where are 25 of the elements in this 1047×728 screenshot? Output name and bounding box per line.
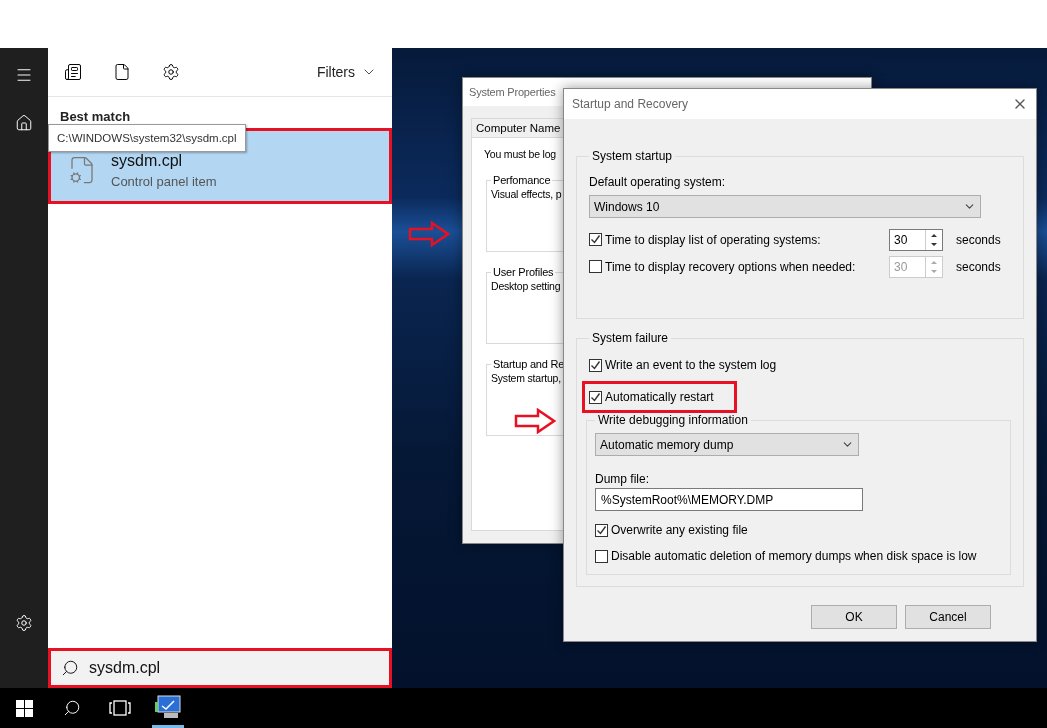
group-text: System startup, [491, 372, 561, 384]
field-label: Dump file: [595, 472, 651, 486]
checkbox-label: Time to display recovery options when needed: [605, 259, 856, 274]
group-title: User Profiles [492, 266, 555, 278]
result-title: sysdm.cpl [111, 151, 184, 170]
tooltip: C:\WINDOWS\system32\sysdm.cpl [48, 124, 246, 152]
unit-label: seconds [956, 232, 1002, 247]
group-text: Visual effects, p [491, 188, 562, 200]
checkbox-label: Automatically restart [605, 390, 714, 404]
group-title: Write debugging information [597, 413, 749, 427]
group-title: System failure [591, 331, 670, 345]
group-title: Perfomance [492, 174, 552, 186]
unit-label: seconds [956, 259, 1002, 274]
group-text: Desktop setting [491, 280, 561, 292]
checkbox-label: Write an event to the system log [605, 358, 777, 372]
result-subtitle: Control panel item [111, 173, 217, 189]
field-label: Default operating system: [589, 175, 727, 189]
checkbox-label: Time to display list of operating systems: [605, 232, 821, 247]
group-title: System startup [591, 149, 674, 163]
section-heading: Best match [60, 109, 132, 124]
window-title: Startup and Recovery [572, 97, 689, 111]
checkbox-label: Overwrite any existing file [611, 523, 748, 537]
window-title: System Properties [469, 86, 556, 98]
checkbox-label: Disable automatic deletion of memory dumps when disk space is low [611, 549, 977, 563]
info-text: You must be log [484, 148, 556, 160]
